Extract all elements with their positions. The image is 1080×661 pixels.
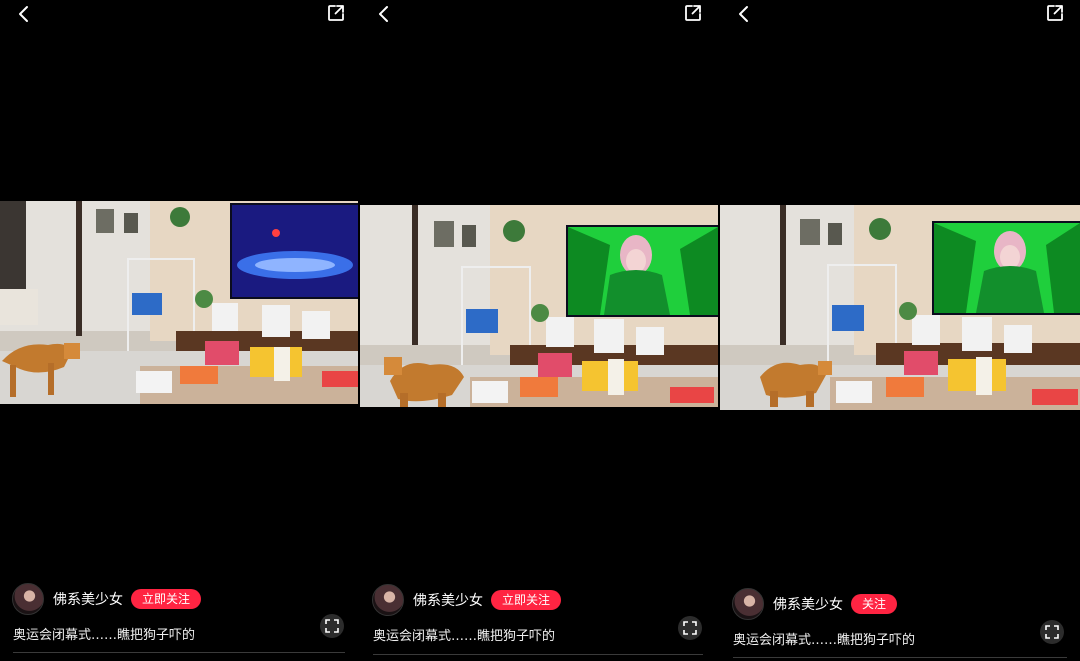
divider <box>733 657 1067 658</box>
post-caption: 奥运会闭幕式……瞧把狗子吓的 <box>733 633 916 648</box>
author-name[interactable]: 佛系美少女 <box>53 589 123 609</box>
avatar[interactable] <box>12 583 44 615</box>
divider <box>373 654 703 655</box>
author-row: 佛系美少女 立即关注 <box>372 584 562 616</box>
fullscreen-icon <box>683 621 697 635</box>
follow-button[interactable]: 立即关注 <box>491 590 562 610</box>
share-icon[interactable] <box>327 4 345 22</box>
video-player[interactable] <box>0 201 358 404</box>
chevron-left-icon[interactable] <box>734 4 754 24</box>
post-caption: 奥运会闭幕式……瞧把狗子吓的 <box>13 628 196 643</box>
author-name[interactable]: 佛系美少女 <box>773 594 843 614</box>
fullscreen-icon <box>325 619 339 633</box>
video-post-panel-3: 佛系美少女 关注 奥运会闭幕式……瞧把狗子吓的 <box>720 0 1080 661</box>
video-player[interactable] <box>360 205 718 407</box>
post-caption: 奥运会闭幕式……瞧把狗子吓的 <box>373 629 556 644</box>
avatar[interactable] <box>372 584 404 616</box>
fullscreen-icon <box>1045 625 1059 639</box>
fullscreen-button[interactable] <box>1040 620 1064 644</box>
chevron-left-icon[interactable] <box>14 4 34 24</box>
chevron-left-icon[interactable] <box>374 4 394 24</box>
author-row: 佛系美少女 关注 <box>732 588 898 620</box>
avatar[interactable] <box>732 588 764 620</box>
video-frame <box>720 205 1080 410</box>
video-frame <box>360 205 718 407</box>
video-post-panel-1: 佛系美少女 立即关注 奥运会闭幕式……瞧把狗子吓的 <box>0 0 358 661</box>
fullscreen-button[interactable] <box>320 614 344 638</box>
divider <box>13 652 345 653</box>
video-frame <box>0 201 358 404</box>
author-row: 佛系美少女 立即关注 <box>12 583 202 615</box>
video-player[interactable] <box>720 205 1080 410</box>
follow-button[interactable]: 立即关注 <box>131 589 202 609</box>
share-icon[interactable] <box>684 4 702 22</box>
video-post-panel-2: 佛系美少女 立即关注 奥运会闭幕式……瞧把狗子吓的 <box>360 0 718 661</box>
author-name[interactable]: 佛系美少女 <box>413 590 483 610</box>
follow-button[interactable]: 关注 <box>851 594 898 614</box>
fullscreen-button[interactable] <box>678 616 702 640</box>
share-icon[interactable] <box>1046 4 1064 22</box>
